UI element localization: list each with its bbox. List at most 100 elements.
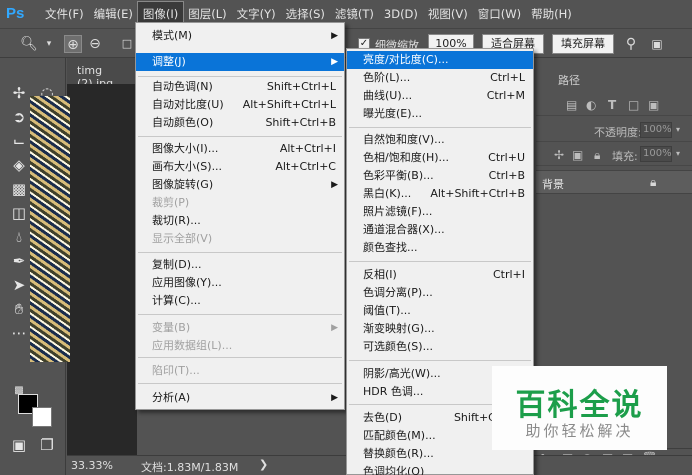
chevron-down-icon[interactable]: ▾ <box>676 149 680 158</box>
menu-bar: Ps 文件(F) 编辑(E) 图像(I) 图层(L) 文字(Y) 选择(S) 滤… <box>0 0 692 28</box>
filter-type-icon[interactable]: T <box>608 98 616 112</box>
menu-item-mode[interactable]: 模式(M) ▶ <box>136 27 344 45</box>
menu-item-analysis[interactable]: 分析(A) ▶ <box>136 389 344 407</box>
tab-paths[interactable]: 路径 <box>558 72 580 88</box>
filter-adjust-icon[interactable]: ◐ <box>586 98 596 112</box>
document-tabs: timg (2).jpg <box>67 58 137 90</box>
menu-item-gradient-map[interactable]: 渐变映射(G)... <box>347 320 533 338</box>
crop-icon[interactable]: ⌙ <box>8 130 30 152</box>
menu-item-vibrance[interactable]: 自然饱和度(V)... <box>347 131 533 149</box>
watermark: 百科全说 助你轻松解决 <box>492 366 667 450</box>
submenu-arrow-icon: ▶ <box>331 393 338 403</box>
menu-item-exposure[interactable]: 曝光度(E)... <box>347 105 533 123</box>
chevron-down-icon[interactable]: ▾ <box>40 35 58 53</box>
default-colors-icon[interactable]: ▩ <box>8 380 30 402</box>
fill-label: 填充: <box>612 150 638 163</box>
menu-item-color-balance[interactable]: 色彩平衡(B)... Ctrl+B <box>347 167 533 185</box>
lasso-icon[interactable]: ➲ <box>8 106 30 128</box>
menu-item-trim[interactable]: 裁切(R)... <box>136 212 344 230</box>
menu-item-trap: 陷印(T)... <box>152 364 200 377</box>
filter-image-icon[interactable]: ▤ <box>566 98 577 112</box>
canvas-area[interactable] <box>67 84 137 455</box>
healing-brush-icon[interactable]: ◈ <box>8 154 30 176</box>
stamp-icon[interactable]: ▩ <box>8 178 30 200</box>
menu-item-posterize[interactable]: 色调分离(P)... <box>347 284 533 302</box>
menu-item-image-rotation[interactable]: 图像旋转(G) ▶ <box>136 176 344 194</box>
fill-screen-button[interactable]: 填充屏幕 <box>552 34 614 54</box>
filter-shape-icon[interactable]: □ <box>628 98 639 112</box>
search-icon[interactable]: ⚲ <box>622 35 640 53</box>
fill-field[interactable]: 100% <box>640 146 672 162</box>
opacity-row: 不透明度: 100% ▾ <box>536 120 692 142</box>
path-select-icon[interactable]: ➤ <box>8 274 30 296</box>
submenu-arrow-icon: ▶ <box>331 57 338 67</box>
menu-item-auto-tone[interactable]: 自动色调(N) Shift+Ctrl+L <box>136 78 344 96</box>
background-color-swatch[interactable] <box>32 407 52 427</box>
menu-window[interactable]: 窗口(W) <box>473 2 526 26</box>
menu-item-color-lookup[interactable]: 颜色查找... <box>347 239 533 257</box>
workspace-icon[interactable]: ▣ <box>648 35 666 53</box>
layer-row-background[interactable]: 背景 🔒︎ <box>536 170 692 194</box>
lock-artboard-icon[interactable]: ▣ <box>572 148 583 162</box>
menu-view[interactable]: 视图(V) <box>423 2 473 26</box>
menu-item-auto-contrast[interactable]: 自动对比度(U) Alt+Shift+Ctrl+L <box>136 96 344 114</box>
menu-item-levels[interactable]: 色阶(L)... Ctrl+L <box>347 69 533 87</box>
lock-icon: 🔒︎ <box>650 175 657 189</box>
menu-file[interactable]: 文件(F) <box>40 2 89 26</box>
menu-item-apply-data-set: 应用数据组(L)... <box>152 339 233 352</box>
menu-3d[interactable]: 3D(D) <box>379 2 423 26</box>
document-size-info: 文档:1.83M/1.83M <box>141 461 239 474</box>
menu-item-invert[interactable]: 反相(I) Ctrl+I <box>347 266 533 284</box>
quick-mask-icon[interactable]: ▣ <box>8 434 30 456</box>
menu-item-duplicate[interactable]: 复制(D)... <box>136 256 344 274</box>
menu-item-hue-saturation[interactable]: 色相/饱和度(H)... Ctrl+U <box>347 149 533 167</box>
menu-item-crop: 裁剪(P) <box>152 196 190 209</box>
menu-item-equalize[interactable]: 色调均化(Q) <box>347 463 533 475</box>
submenu-arrow-icon: ▶ <box>331 323 338 333</box>
menu-item-adjustments[interactable]: 调整(J) ▶ <box>136 53 344 71</box>
submenu-arrow-icon: ▶ <box>331 180 338 190</box>
menu-item-threshold[interactable]: 阈值(T)... <box>347 302 533 320</box>
menu-help[interactable]: 帮助(H) <box>526 2 577 26</box>
layer-name: 背景 <box>542 178 564 191</box>
menu-item-reveal-all: 显示全部(V) <box>152 232 213 245</box>
menu-item-selective-color[interactable]: 可选颜色(S)... <box>347 338 533 356</box>
opacity-field[interactable]: 100% <box>640 122 672 138</box>
zoom-tool-icon[interactable]: 🔍︎ <box>20 35 38 53</box>
lock-all-icon[interactable]: 🔒︎ <box>594 148 600 163</box>
image-menu: 模式(M) ▶ 调整(J) ▶ 自动色调(N) Shift+Ctrl+L 自动对比度(… <box>135 22 345 410</box>
zoom-out-icon[interactable]: ⊖ <box>86 35 104 53</box>
resize-window-checkbox[interactable]: □ <box>118 35 136 53</box>
chevron-down-icon[interactable]: ▾ <box>676 125 680 134</box>
filter-smart-icon[interactable]: ▣ <box>648 98 659 112</box>
menu-item-apply-image[interactable]: 应用图像(Y)... <box>136 274 344 292</box>
menu-item-image-size[interactable]: 图像大小(I)... Alt+Ctrl+I <box>136 140 344 158</box>
lock-position-icon[interactable]: ✢ <box>554 148 564 162</box>
menu-item-black-white[interactable]: 黑白(K)... Alt+Shift+Ctrl+B <box>347 185 533 203</box>
menu-edit[interactable]: 编辑(E) <box>89 2 138 26</box>
watermark-subtitle: 助你轻松解决 <box>525 422 634 440</box>
screen-mode-icon[interactable]: ❐ <box>36 434 58 456</box>
menu-item-channel-mixer[interactable]: 通道混合器(X)... <box>347 221 533 239</box>
layer-filter-row: ▤ ◐ T □ ▣ <box>536 94 692 116</box>
menu-item-photo-filter[interactable]: 照片滤镜(F)... <box>347 203 533 221</box>
zoom-in-icon[interactable]: ⊕ <box>64 35 82 53</box>
photoshop-logo: Ps <box>6 5 25 22</box>
submenu-arrow-icon: ▶ <box>331 31 338 41</box>
move-tool-icon[interactable]: ✢ <box>8 82 30 104</box>
menu-item-curves[interactable]: 曲线(U)... Ctrl+M <box>347 87 533 105</box>
fill-row: ✢ ▣ 🔒︎ 填充: 100% ▾ <box>536 144 692 166</box>
hand-icon[interactable]: ✋︎ <box>8 298 30 320</box>
opacity-label: 不透明度: <box>594 126 642 139</box>
watermark-title: 百科全说 <box>515 388 644 423</box>
eraser-icon[interactable]: ◫ <box>8 202 30 224</box>
chevron-right-icon[interactable]: ❯ <box>259 458 268 471</box>
more-tools-icon[interactable]: ⋯ <box>8 322 30 344</box>
blur-icon[interactable]: 💧︎ <box>8 226 30 248</box>
pen-icon[interactable]: ✒ <box>8 250 30 272</box>
zoom-level[interactable]: 33.33% <box>71 459 113 472</box>
menu-item-calculations[interactable]: 计算(C)... <box>136 292 344 310</box>
menu-item-canvas-size[interactable]: 画布大小(S)... Alt+Ctrl+C <box>136 158 344 176</box>
menu-item-auto-color[interactable]: 自动颜色(O) Shift+Ctrl+B <box>136 114 344 132</box>
menu-item-brightness-contrast[interactable]: 亮度/对比度(C)... <box>347 51 533 69</box>
